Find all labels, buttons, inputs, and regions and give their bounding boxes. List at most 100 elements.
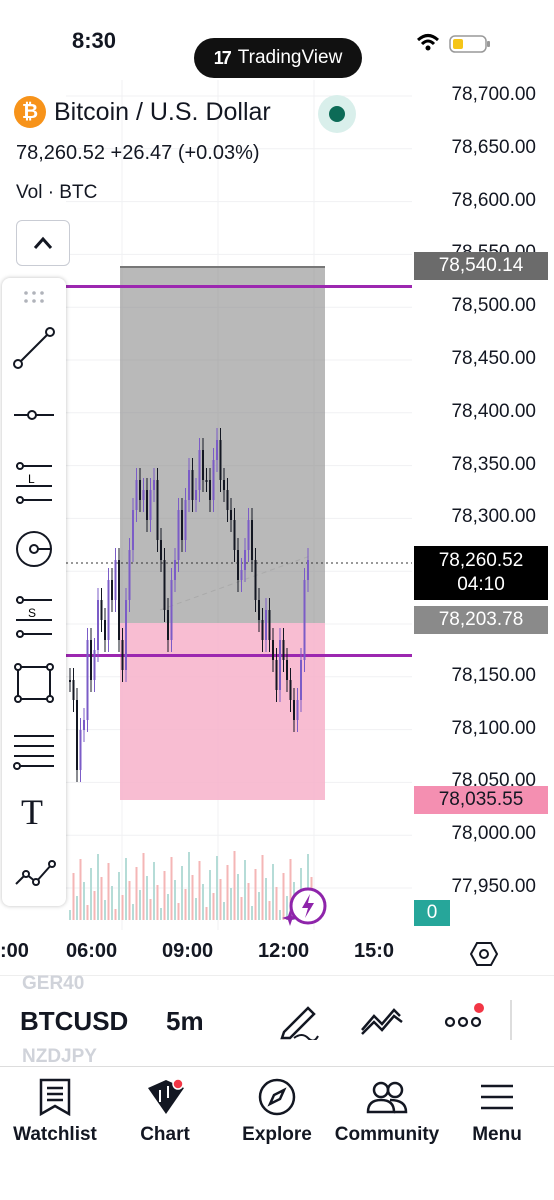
candle-body [198,450,201,490]
volume-bar [244,860,246,920]
volume-bar [146,876,148,920]
parallel-channel-icon[interactable] [12,728,56,772]
time-label: 06:00 [66,940,118,962]
price-axis-label: 78,350.00 [451,453,536,475]
next-symbol[interactable]: NZDJPY [22,1046,97,1068]
volume-bar [93,891,96,920]
candle-body [69,680,71,682]
tab-chart[interactable]: Chart [110,1078,220,1146]
volume-bar [251,906,253,920]
candle-body [93,650,96,680]
volume-bar [226,865,229,920]
volume-bar [90,868,92,920]
countdown-value: 04:10 [457,574,505,595]
volume-bar [114,909,117,920]
pattern-icon[interactable] [12,854,56,898]
volume-bar [247,883,250,920]
volume-bar [279,910,281,920]
volume-bar [261,855,264,920]
long-position-icon[interactable]: L [12,460,56,504]
candle-body [86,640,89,720]
interval-selector[interactable]: 5m [166,1006,204,1037]
tab-explore[interactable]: Explore [222,1078,332,1146]
volume-bar [268,901,271,920]
candle-body [216,440,218,460]
drawing-pen-icon[interactable] [278,1002,320,1040]
candle-body [265,610,267,640]
chart-settings-icon[interactable] [470,940,498,968]
volume-bar [156,885,159,920]
chart-icon [148,1078,184,1114]
risk-zone-border [120,266,325,268]
price-axis-label: 78,650.00 [451,136,536,158]
tab-menu[interactable]: Menu [442,1078,552,1146]
volume-bar [111,886,113,920]
flash-trade-button[interactable] [282,884,328,930]
candle-body [223,480,225,490]
symbol-selector[interactable]: BTCUSD [20,1006,128,1037]
volume-bar [272,864,274,920]
short-position-icon[interactable]: S [12,594,56,638]
candle-body [212,460,215,500]
previous-symbol[interactable]: GER40 [22,973,84,995]
candle-body [170,580,173,640]
candle-body [275,660,278,690]
volume-bar [107,863,110,920]
candle-body [230,510,232,520]
candle-body [272,640,274,660]
candle-body [261,620,264,640]
candle-body [104,620,106,640]
volume-bar [97,854,99,920]
tab-watchlist[interactable]: Watchlist [0,1078,110,1146]
volume-bar [167,894,169,920]
drag-handle-icon[interactable] [12,282,56,312]
status-time: 8:30 [72,28,117,53]
market-open-icon [318,95,356,133]
indicators-icon[interactable] [360,1006,404,1036]
candle-body [90,640,92,680]
horizontal-ray-icon[interactable] [12,393,56,437]
candle-body [100,600,103,620]
volume-bar [125,858,127,920]
text-icon[interactable]: T [12,788,56,832]
tradingview-pill[interactable]: 17 TradingView [194,38,362,78]
collapse-legend-button[interactable] [16,220,70,266]
tab-community[interactable]: Community [332,1078,442,1146]
volume-bar [69,910,71,920]
volume-bar [160,908,162,920]
volume-bar [174,880,176,920]
candle-body [251,520,253,560]
volume-bar [191,875,194,920]
svg-text:T: T [21,792,43,832]
trend-line-icon[interactable] [12,326,56,370]
price-axis-label: 78,150.00 [451,664,536,686]
volume-bar [135,867,138,920]
risk-zone [120,266,325,623]
target-price-tag: 78,035.55 [414,786,548,814]
volume-bar [188,852,190,920]
candle-body [125,600,127,670]
candle-body [160,540,162,560]
more-options-icon[interactable] [444,1002,486,1032]
symbol-header[interactable]: ₿ Bitcoin / U.S. Dollar [14,96,271,128]
volume-bar [181,866,183,920]
candle-body [128,550,131,600]
time-label: 12:00 [258,940,310,962]
circle-tool-icon[interactable] [12,527,56,571]
price-axis-label: 78,700.00 [451,84,536,105]
candle-body [146,490,148,520]
volume-bar [233,851,236,920]
candle-body [118,560,120,640]
menu-icon [481,1084,513,1110]
candle-body [139,480,141,500]
stop-price-tag: 78,540.14 [414,252,548,280]
volume-bar [104,900,106,920]
candle-body [289,680,292,700]
candle-body [226,490,229,510]
volume-bar [254,869,257,920]
volume-tag: 0 [414,900,450,926]
rectangle-icon[interactable] [12,661,56,705]
volume-bar [118,872,120,920]
candle-body [219,440,222,480]
candle-body [209,480,211,500]
